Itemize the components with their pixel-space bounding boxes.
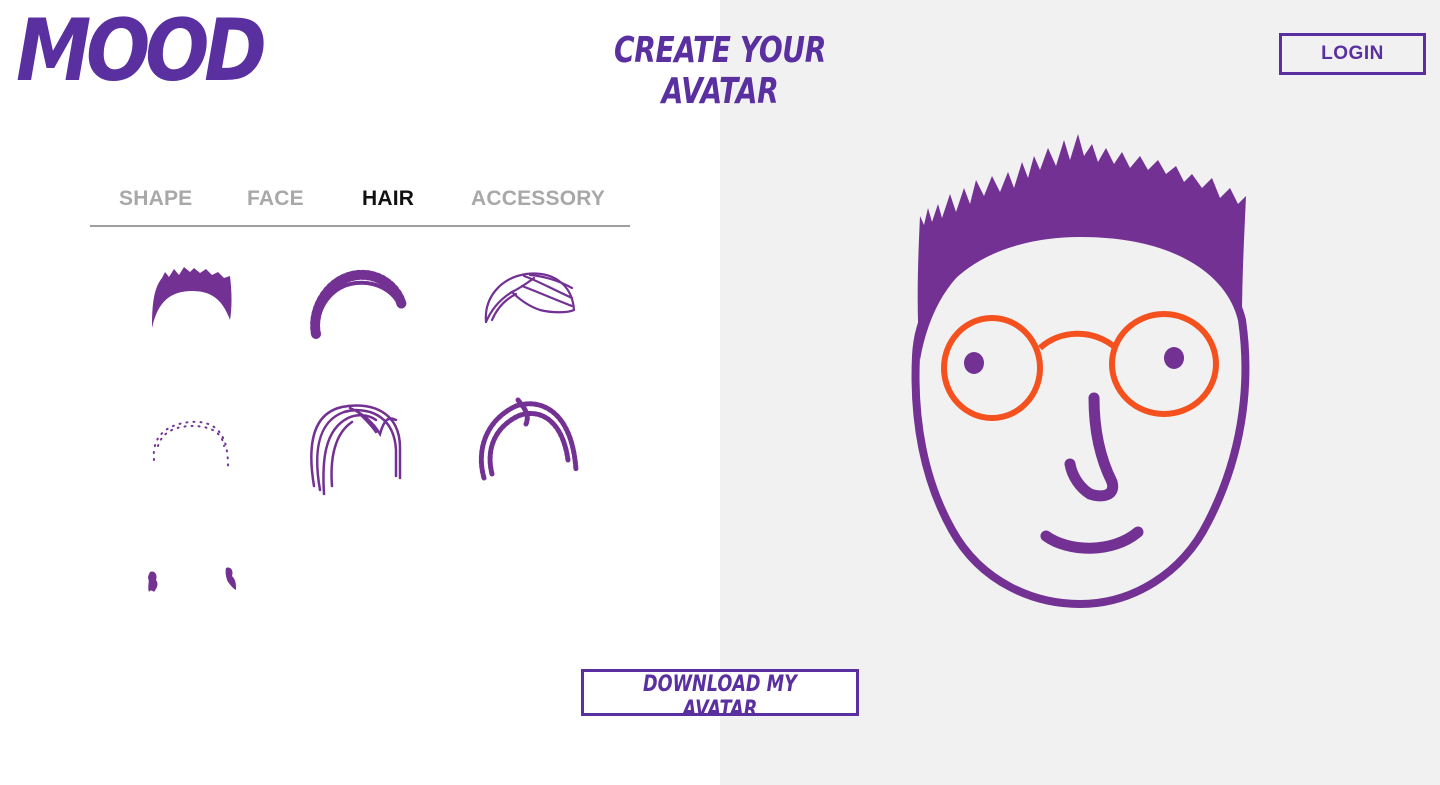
dotted-buzz-hair-icon bbox=[152, 420, 229, 467]
hair-option-curly-bushy[interactable] bbox=[468, 390, 588, 500]
hair-option-dotted-buzz[interactable] bbox=[132, 390, 252, 500]
hair-option-curly-fringe[interactable] bbox=[296, 248, 416, 358]
page-title: CREATE YOUR AVATAR bbox=[614, 30, 826, 112]
hair-option-swept-lines[interactable] bbox=[468, 248, 588, 358]
hair-option-sideburns[interactable] bbox=[132, 536, 252, 646]
category-tabs: SHAPE FACE HAIR ACCESSORY bbox=[90, 183, 630, 227]
hair-option-long-straight[interactable] bbox=[296, 390, 416, 500]
tab-accessory[interactable]: ACCESSORY bbox=[471, 187, 605, 211]
download-avatar-label: DOWNLOAD MY AVATAR bbox=[643, 672, 797, 722]
swept-lines-hair-icon bbox=[484, 272, 576, 324]
tab-hair[interactable]: HAIR bbox=[362, 187, 414, 211]
sideburns-hair-icon bbox=[148, 567, 236, 592]
avatar-left-eye bbox=[964, 352, 984, 374]
tab-shape[interactable]: SHAPE bbox=[119, 187, 192, 211]
avatar-mouth bbox=[1040, 526, 1144, 554]
avatar-nose bbox=[1064, 392, 1119, 502]
avatar-preview bbox=[911, 134, 1250, 609]
hair-option-short-spiky[interactable] bbox=[132, 248, 252, 358]
curly-bushy-hair-icon bbox=[478, 397, 579, 481]
short-spiky-hair-icon bbox=[152, 267, 232, 328]
mood-logo[interactable]: MOOD bbox=[16, 4, 267, 98]
avatar-right-eye bbox=[1164, 347, 1184, 369]
download-avatar-button[interactable]: DOWNLOAD MY AVATAR bbox=[581, 669, 859, 722]
tab-face[interactable]: FACE bbox=[247, 187, 304, 211]
long-straight-hair-icon bbox=[310, 404, 402, 496]
login-button[interactable]: LOGIN bbox=[1279, 33, 1426, 75]
curly-fringe-hair-icon bbox=[310, 269, 407, 339]
